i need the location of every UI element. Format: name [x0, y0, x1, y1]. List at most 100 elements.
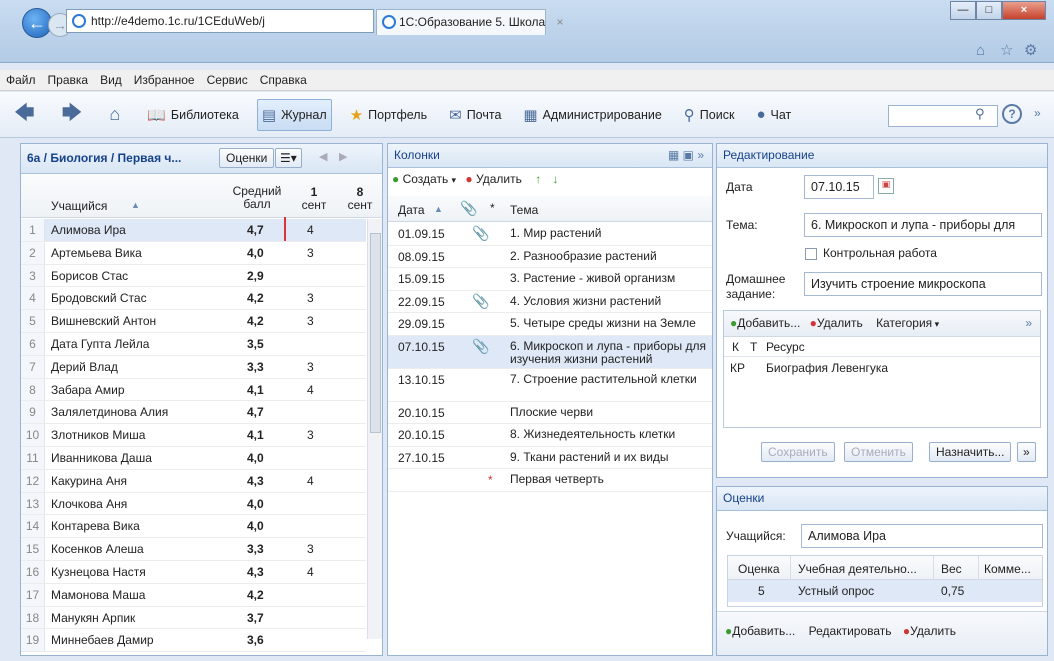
attachment-icon[interactable]: 📎 — [472, 225, 489, 242]
col-activity[interactable]: Учебная деятельно... — [798, 562, 917, 576]
col-date-2-num[interactable]: 8 — [339, 185, 381, 199]
move-up-icon[interactable]: ↑ — [535, 172, 541, 186]
next-columns-icon[interactable]: ▶ — [339, 150, 347, 163]
delete-resource-button[interactable]: Удалить — [817, 316, 863, 330]
student-row[interactable]: 12 Какурина Аня 4,3 4 4 — [21, 469, 366, 493]
attachment-icon[interactable]: 📎 — [472, 293, 489, 310]
nav-forward-button[interactable]: 🡆 — [58, 99, 92, 131]
grade-cell[interactable] — [357, 242, 366, 246]
col-comment[interactable]: Комме... — [984, 562, 1031, 576]
grade-cell[interactable]: 4 — [307, 219, 314, 237]
menu-tools[interactable]: Сервис — [207, 73, 248, 87]
grade-cell[interactable]: 5 — [357, 287, 366, 305]
search-go-icon[interactable]: ⚲ — [975, 106, 985, 122]
column-row[interactable]: 13.10.15 7. Строение растительной клетки — [388, 369, 712, 402]
help-icon[interactable]: ? — [1002, 104, 1022, 124]
edit-grade-button[interactable]: Редактировать — [809, 624, 892, 638]
student-row[interactable]: 15 Косенков Алеша 3,3 3 — [21, 538, 366, 561]
grade-cell[interactable] — [357, 561, 366, 565]
column-row[interactable]: 01.09.15 📎 1. Мир растений — [388, 223, 712, 246]
grade-cell[interactable]: 3 — [307, 538, 314, 556]
toolbar-mail[interactable]: ✉ Почта — [445, 99, 505, 131]
toolbar-journal[interactable]: ▤ Журнал — [256, 98, 332, 131]
col-topic[interactable]: Тема — [510, 203, 538, 217]
student-row[interactable]: 16 Кузнецова Настя 4,3 4 — [21, 561, 366, 584]
column-row[interactable]: 07.10.15 📎 6. Микроскоп и лупа - приборы д… — [388, 335, 712, 369]
grade-cell[interactable] — [357, 401, 366, 405]
menu-help[interactable]: Справка — [260, 73, 307, 87]
grade-cell[interactable]: 5 — [357, 219, 366, 237]
more-chevron-icon[interactable]: » — [1034, 106, 1041, 120]
browser-tab[interactable]: 1С:Образование 5. Школа × — [376, 9, 564, 35]
add-resource-button[interactable]: Добавить... — [737, 316, 800, 330]
column-row[interactable]: 29.09.15 5. Четыре среды жизни на Земле — [388, 313, 712, 336]
column-row[interactable]: * Первая четверть — [388, 469, 712, 492]
grade-cell[interactable]: 4 — [357, 265, 366, 283]
nav-back-button[interactable]: 🡄 — [10, 99, 44, 131]
column-row[interactable]: 20.10.15 8. Жизнедеятельность клетки — [388, 424, 712, 447]
home-button[interactable]: ⌂ — [105, 99, 129, 131]
prev-columns-icon[interactable]: ◀ — [319, 150, 327, 163]
grade-cell[interactable] — [357, 538, 366, 542]
student-row[interactable]: 17 Мамонова Маша 4,2 5 — [21, 583, 366, 607]
address-bar[interactable]: http://e4demo.1c.ru/1CEduWeb/j — [66, 9, 374, 33]
student-field[interactable]: Алимова Ира — [801, 524, 1043, 548]
tab-close-icon[interactable]: × — [557, 15, 564, 29]
grade-cell[interactable]: 4 — [357, 333, 366, 351]
grade-cell[interactable] — [357, 356, 366, 360]
column-row[interactable]: 27.10.15 9. Ткани растений и их виды — [388, 447, 712, 469]
column-row[interactable]: 08.09.15 2. Разнообразие растений — [388, 246, 712, 268]
grade-cell[interactable] — [357, 629, 366, 633]
student-row[interactable]: 14 Контарева Вика 4,0 — [21, 515, 366, 539]
close-window-button[interactable]: × — [1002, 1, 1046, 20]
maximize-button[interactable]: □ — [976, 1, 1002, 20]
student-row[interactable]: 10 Злотников Миша 4,1 3 4 — [21, 424, 366, 447]
grade-cell[interactable]: 4 — [307, 561, 314, 579]
student-row[interactable]: 6 Дата Гупта Лейла 3,5 4 — [21, 333, 366, 356]
toolbar-search[interactable]: ⚲ Поиск — [680, 99, 739, 131]
student-row[interactable]: 11 Иванникова Даша 4,0 — [21, 447, 366, 470]
toolbar-chat[interactable]: ● Чат — [752, 99, 795, 131]
student-row[interactable]: 8 Забара Амир 4,1 4 3 — [21, 378, 366, 402]
add-grade-button[interactable]: Добавить... — [732, 624, 795, 638]
test-checkbox[interactable] — [805, 248, 817, 260]
grade-cell[interactable]: 3 — [357, 379, 366, 397]
grade-cell[interactable]: 3 — [307, 310, 314, 328]
grade-cell[interactable]: 3 — [307, 356, 314, 374]
settings-gear-icon[interactable]: ⚙ — [1024, 41, 1037, 59]
col-average[interactable]: Средний балл — [227, 185, 287, 211]
minimize-button[interactable]: — — [950, 1, 976, 20]
student-row[interactable]: 2 Артемьева Вика 4,0 3 — [21, 241, 366, 265]
student-row[interactable]: 19 Миннебаев Дамир 3,6 — [21, 629, 366, 653]
homework-field[interactable]: Изучить строение микроскопа — [804, 272, 1042, 296]
more-button[interactable]: » — [1017, 442, 1036, 462]
calendar-icon[interactable]: ▣ — [878, 178, 894, 194]
menu-favorites[interactable]: Избранное — [134, 73, 195, 87]
toolbar-portfolio[interactable]: ★ Портфель — [346, 99, 431, 131]
date-field[interactable]: 07.10.15 — [804, 175, 874, 199]
cancel-button[interactable]: Отменить — [844, 442, 913, 462]
grade-cell[interactable] — [357, 493, 366, 497]
menu-view[interactable]: Вид — [100, 73, 122, 87]
grade-cell[interactable]: 4 — [357, 470, 366, 488]
vertical-scrollbar[interactable] — [367, 219, 382, 639]
grade-cell[interactable]: 4 — [307, 470, 314, 488]
grade-cell[interactable]: 4 — [357, 607, 366, 625]
student-row[interactable]: 1 Алимова Ира 4,7 4 5 — [21, 219, 366, 242]
grade-cell[interactable]: 3 — [307, 424, 314, 442]
topic-field[interactable]: 6. Микроскоп и лупа - приборы для — [804, 213, 1042, 237]
col-weight[interactable]: Вес — [941, 562, 962, 576]
student-row[interactable]: 9 Залялетдинова Алия 4,7 — [21, 401, 366, 425]
grade-cell[interactable] — [357, 515, 366, 519]
scroll-thumb[interactable] — [370, 233, 381, 433]
menu-file[interactable]: Файл — [6, 73, 36, 87]
home-icon[interactable]: ⌂ — [976, 42, 985, 59]
favorites-star-icon[interactable]: ☆ — [1000, 41, 1013, 59]
col-date[interactable]: Дата — [398, 203, 425, 217]
grade-cell[interactable]: 4 — [307, 379, 314, 397]
toolbar-library[interactable]: 📖 Библиотека — [143, 99, 243, 131]
grade-cell[interactable] — [357, 447, 366, 451]
grade-row[interactable]: 5 Устный опрос 0,75 — [728, 580, 1042, 602]
student-row[interactable]: 4 Бродовский Стас 4,2 3 5 — [21, 287, 366, 311]
move-down-icon[interactable]: ↓ — [553, 172, 559, 186]
